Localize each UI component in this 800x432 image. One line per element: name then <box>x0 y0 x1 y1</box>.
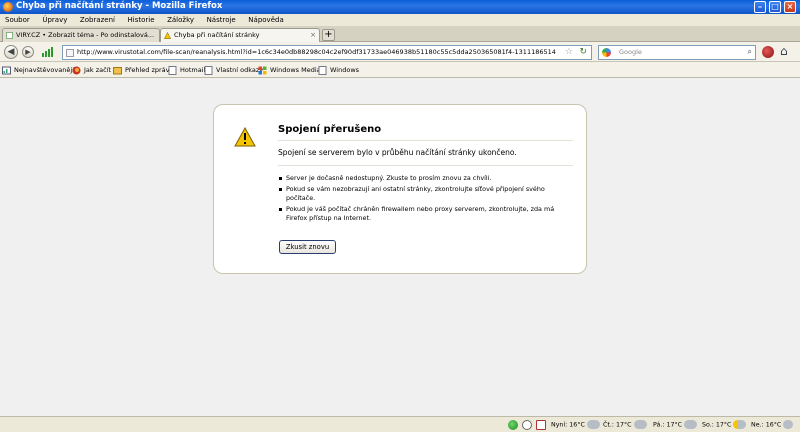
bookmark-label: Hotmail <box>180 66 206 74</box>
tab-close-icon[interactable]: × <box>310 29 316 41</box>
menu-zobrazeni[interactable]: Zobrazení <box>75 14 120 26</box>
bookmark-windows[interactable]: Windows <box>318 65 359 75</box>
warning-icon <box>164 32 171 39</box>
weather-thu[interactable]: Čt.: 17°C <box>603 420 647 431</box>
close-icon[interactable]: × <box>784 1 796 13</box>
weather-label: Pá.: 17°C <box>653 421 683 429</box>
reload-icon[interactable]: ↻ <box>579 47 587 57</box>
page-icon <box>318 66 327 75</box>
cloud-icon <box>633 420 647 429</box>
tab-label: Chyba při načítání stránky <box>174 31 260 39</box>
tab-error[interactable]: Chyba při načítání stránky × <box>160 28 320 42</box>
tab-bar: VIRY.CZ • Zobrazit téma - Po odinstalová… <box>0 26 800 42</box>
tab-viry[interactable]: VIRY.CZ • Zobrazit téma - Po odinstalová… <box>2 28 160 42</box>
firefox-icon <box>3 2 13 12</box>
list-item: Pokud je váš počítač chráněn firewallem … <box>278 205 568 223</box>
weather-fri[interactable]: Pá.: 17°C <box>653 420 698 431</box>
new-tab-button[interactable]: + <box>322 29 335 41</box>
bookmark-most-visited[interactable]: Nejnavštěvovanější <box>2 65 77 75</box>
bookmark-label: Windows <box>330 66 360 74</box>
page-icon <box>204 66 213 75</box>
search-input[interactable]: Google ⌕ <box>598 45 756 60</box>
weather-label: Ne.: 16°C <box>751 421 782 429</box>
bookmark-hotmail[interactable]: Hotmail <box>168 65 205 75</box>
calendar-icon[interactable] <box>536 420 546 430</box>
minimize-icon[interactable]: – <box>754 1 766 13</box>
page-icon <box>168 66 177 75</box>
cloud-icon <box>783 420 794 429</box>
bookmark-label: Windows Media <box>270 66 321 74</box>
cloud-icon <box>586 420 600 429</box>
bookmark-custom-links[interactable]: Vlastní odkazy <box>204 65 263 75</box>
most-visited-icon <box>2 66 11 75</box>
search-placeholder: Google <box>619 48 642 56</box>
page-content: Spojení přerušeno Spojení se serverem by… <box>0 78 800 416</box>
firefox-small-icon <box>72 66 81 75</box>
window-title: Chyba při načítání stránky - Mozilla Fir… <box>16 1 223 11</box>
address-bar[interactable]: http://www.virustotal.com/file-scan/rean… <box>62 45 592 60</box>
search-icon[interactable]: ⌕ <box>748 47 752 57</box>
url-value: http://www.virustotal.com/file-scan/rean… <box>77 48 556 56</box>
bookmark-label: Přehled zpráv <box>125 66 170 74</box>
weather-label: So.: 17°C <box>702 421 732 429</box>
rss-folder-icon <box>113 67 122 75</box>
menu-napoveda[interactable]: Nápověda <box>243 14 288 26</box>
weather-label: Čt.: 17°C <box>603 421 632 429</box>
clock-icon[interactable] <box>522 420 532 430</box>
divider <box>278 165 573 166</box>
weather-sun[interactable]: Ne.: 16°C <box>751 420 794 431</box>
bookmark-getting-started[interactable]: Jak začít <box>72 65 111 75</box>
bookmark-windows-media[interactable]: Windows Media <box>258 65 321 75</box>
tab-label: VIRY.CZ • Zobrazit téma - Po odinstalová… <box>16 31 155 39</box>
bookmark-label: Jak začít <box>84 66 112 74</box>
addon-icon[interactable] <box>762 46 774 58</box>
google-icon[interactable] <box>602 48 611 57</box>
menu-nastroje[interactable]: Nástroje <box>202 14 241 26</box>
bookmark-news[interactable]: Přehled zpráv <box>113 65 170 75</box>
weather-sat[interactable]: So.: 17°C <box>702 420 747 431</box>
page-icon <box>6 32 13 39</box>
menu-bar: Soubor Úpravy Zobrazení Historie Záložky… <box>0 14 800 26</box>
windows-icon <box>258 66 267 75</box>
back-icon[interactable]: ◀ <box>4 45 18 59</box>
maximize-icon[interactable]: □ <box>769 1 781 13</box>
navigation-bar: ◀ ▶ http://www.virustotal.com/file-scan/… <box>0 42 800 62</box>
warning-icon <box>234 127 256 147</box>
error-title: Spojení přerušeno <box>278 124 382 135</box>
status-ok-icon[interactable] <box>508 420 518 430</box>
menu-soubor[interactable]: Soubor <box>0 14 35 26</box>
error-description: Spojení se serverem bylo v průběhu načít… <box>278 148 517 157</box>
list-item: Server je dočasně nedostupný. Zkuste to … <box>278 174 568 183</box>
menu-zalozky[interactable]: Záložky <box>162 14 199 26</box>
site-icon <box>66 49 74 57</box>
bookmark-label: Vlastní odkazy <box>216 66 264 74</box>
cloud-icon <box>684 420 698 429</box>
signal-icon <box>42 47 53 57</box>
bookmark-label: Nejnavštěvovanější <box>14 66 78 74</box>
menu-upravy[interactable]: Úpravy <box>37 14 72 26</box>
divider <box>278 140 573 141</box>
home-icon[interactable]: ⌂ <box>780 44 788 58</box>
bookmarks-toolbar: Nejnavštěvovanější Jak začít Přehled zpr… <box>0 62 800 78</box>
error-panel: Spojení přerušeno Spojení se serverem by… <box>213 104 587 274</box>
error-suggestions: Server je dočasně nedostupný. Zkuste to … <box>278 174 568 225</box>
list-item: Pokud se vám nezobrazují ani ostatní str… <box>278 185 568 203</box>
forward-icon[interactable]: ▶ <box>22 46 34 58</box>
menu-historie[interactable]: Historie <box>123 14 160 26</box>
sun-cloud-icon <box>733 420 747 429</box>
window-titlebar[interactable]: Chyba při načítání stránky - Mozilla Fir… <box>0 0 800 14</box>
weather-now[interactable]: Nyní: 16°C <box>551 420 600 431</box>
retry-button[interactable]: Zkusit znovu <box>279 240 336 254</box>
star-icon[interactable]: ☆ <box>565 47 573 57</box>
weather-label: Nyní: 16°C <box>551 421 585 429</box>
status-bar: Nyní: 16°C Čt.: 17°C Pá.: 17°C So.: 17°C… <box>0 416 800 432</box>
